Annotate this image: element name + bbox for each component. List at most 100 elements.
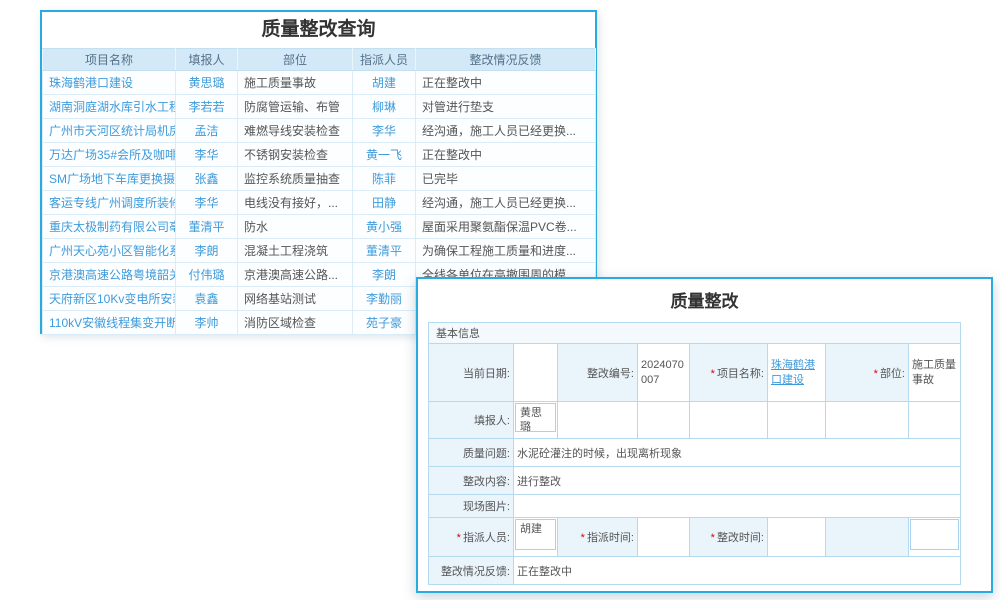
project-link[interactable]: 湖南洞庭湖水库引水工程施 <box>43 95 176 119</box>
table-row: 广州市天河区统计局机房改 孟洁 难燃导线安装检查 李华 经沟通，施工人员已经更换… <box>43 119 596 143</box>
quality-rectification-detail-panel: 质量整改 基本信息 当前日期: 整改编号: 2024070007 *项目名称: … <box>416 277 993 593</box>
reporter-link[interactable]: 李朗 <box>176 239 238 263</box>
table-row: 广州天心苑小区智能化系统 李朗 混凝土工程浇筑 董清平 为确保工程施工质量和进度… <box>43 239 596 263</box>
form-row-content: 整改内容: 进行整改 <box>429 467 961 495</box>
project-link[interactable]: 万达广场35#会所及咖啡厅 <box>43 143 176 167</box>
assignee-link[interactable]: 陈菲 <box>353 167 416 191</box>
project-link[interactable]: SM广场地下车库更换摄像 <box>43 167 176 191</box>
table-row: SM广场地下车库更换摄像 张鑫 监控系统质量抽查 陈菲 已完毕 <box>43 167 596 191</box>
assignee-input[interactable]: 胡建 <box>515 519 556 550</box>
project-link[interactable]: 京港澳高速公路粤境韶关至 <box>43 263 176 287</box>
assignee-link[interactable]: 李朗 <box>353 263 416 287</box>
table-row: 客运专线广州调度所装修项 李华 电线没有接好，... 田静 经沟通，施工人员已经… <box>43 191 596 215</box>
reporter-link[interactable]: 李华 <box>176 143 238 167</box>
table-row: 重庆太极制药有限公司亳州 董清平 防水 黄小强 屋面采用聚氨酯保温PVC卷... <box>43 215 596 239</box>
project-link[interactable]: 110kV安徽线程集变开断线 <box>43 311 176 335</box>
section-header-basic-info: 基本信息 <box>429 323 961 344</box>
reporter-input[interactable]: 黄思璐 <box>515 403 556 432</box>
form-row-header-fields: 当前日期: 整改编号: 2024070007 *项目名称: 珠海鹤港口建设 *部… <box>429 344 961 402</box>
issue-label: 质量问题: <box>429 439 514 467</box>
assignee-link[interactable]: 李华 <box>353 119 416 143</box>
empty-cell <box>638 402 690 439</box>
table-row: 珠海鹤港口建设 黄思璐 施工质量事故 胡建 正在整改中 <box>43 71 596 95</box>
feedback-value: 正在整改中 <box>514 557 961 585</box>
reporter-link[interactable]: 付伟璐 <box>176 263 238 287</box>
feedback-cell: 经沟通，施工人员已经更换... <box>416 191 596 215</box>
assignee-link[interactable]: 田静 <box>353 191 416 215</box>
table-row: 万达广场35#会所及咖啡厅 李华 不锈钢安装检查 黄一飞 正在整改中 <box>43 143 596 167</box>
reporter-link[interactable]: 李若若 <box>176 95 238 119</box>
assignee-link[interactable]: 黄小强 <box>353 215 416 239</box>
project-name-link[interactable]: 珠海鹤港口建设 <box>771 359 815 385</box>
column-header-feedback: 整改情况反馈 <box>416 49 596 71</box>
project-link[interactable]: 广州市天河区统计局机房改 <box>43 119 176 143</box>
form-row-issue: 质量问题: 水泥砼灌注的时候，出现离析现象 <box>429 439 961 467</box>
rectify-time-value[interactable] <box>768 518 826 557</box>
empty-field-cell <box>909 518 961 557</box>
form-row-reporter: 填报人: 黄思璐 <box>429 402 961 439</box>
reporter-link[interactable]: 董清平 <box>176 215 238 239</box>
current-date-label: 当前日期: <box>429 344 514 402</box>
empty-label-cell <box>826 518 909 557</box>
assignee-link[interactable]: 董清平 <box>353 239 416 263</box>
assignee-link[interactable]: 苑子豪 <box>353 311 416 335</box>
assignee-label: *指派人员: <box>429 518 514 557</box>
required-asterisk: * <box>581 532 585 544</box>
assignee-link[interactable]: 李勤丽 <box>353 287 416 311</box>
feedback-cell: 正在整改中 <box>416 71 596 95</box>
assign-time-value[interactable] <box>638 518 690 557</box>
location-cell: 防腐管运输、布管 <box>238 95 353 119</box>
location-cell: 混凝土工程浇筑 <box>238 239 353 263</box>
reporter-link[interactable]: 孟洁 <box>176 119 238 143</box>
project-name-value: 珠海鹤港口建设 <box>768 344 826 402</box>
location-cell: 电线没有接好，... <box>238 191 353 215</box>
detail-panel-title: 质量整改 <box>418 279 991 322</box>
project-link[interactable]: 珠海鹤港口建设 <box>43 71 176 95</box>
location-cell: 防水 <box>238 215 353 239</box>
rectify-number-label: 整改编号: <box>558 344 638 402</box>
feedback-cell: 正在整改中 <box>416 143 596 167</box>
feedback-cell: 经沟通，施工人员已经更换... <box>416 119 596 143</box>
required-asterisk: * <box>457 532 461 544</box>
required-asterisk: * <box>711 532 715 544</box>
feedback-label: 整改情况反馈: <box>429 557 514 585</box>
empty-cell <box>909 402 961 439</box>
content-label: 整改内容: <box>429 467 514 495</box>
reporter-link[interactable]: 黄思璐 <box>176 71 238 95</box>
assignee-link[interactable]: 柳琳 <box>353 95 416 119</box>
location-label: *部位: <box>826 344 909 402</box>
reporter-link[interactable]: 李华 <box>176 191 238 215</box>
issue-value: 水泥砼灌注的时候，出现离析现象 <box>514 439 961 467</box>
photos-value <box>514 495 961 518</box>
empty-input[interactable] <box>910 519 959 550</box>
photos-label: 现场图片: <box>429 495 514 518</box>
empty-cell <box>826 402 909 439</box>
feedback-cell: 为确保工程施工质量和进度... <box>416 239 596 263</box>
form-row-feedback: 整改情况反馈: 正在整改中 <box>429 557 961 585</box>
assign-time-label: *指派时间: <box>558 518 638 557</box>
reporter-link[interactable]: 张鑫 <box>176 167 238 191</box>
empty-cell <box>768 402 826 439</box>
feedback-cell: 已完毕 <box>416 167 596 191</box>
project-link[interactable]: 重庆太极制药有限公司亳州 <box>43 215 176 239</box>
project-link[interactable]: 客运专线广州调度所装修项 <box>43 191 176 215</box>
location-cell: 消防区域检查 <box>238 311 353 335</box>
content-value: 进行整改 <box>514 467 961 495</box>
location-value: 施工质量事故 <box>909 344 961 402</box>
rectify-time-label: *整改时间: <box>690 518 768 557</box>
project-link[interactable]: 天府新区10Kv变电所安装工 <box>43 287 176 311</box>
query-table-header-row: 项目名称 填报人 部位 指派人员 整改情况反馈 <box>43 49 596 71</box>
column-header-reporter: 填报人 <box>176 49 238 71</box>
location-cell: 监控系统质量抽查 <box>238 167 353 191</box>
feedback-cell: 屋面采用聚氨酯保温PVC卷... <box>416 215 596 239</box>
empty-cell <box>558 402 638 439</box>
reporter-label: 填报人: <box>429 402 514 439</box>
empty-cell <box>690 402 768 439</box>
query-panel-title: 质量整改查询 <box>42 12 595 48</box>
project-link[interactable]: 广州天心苑小区智能化系统 <box>43 239 176 263</box>
assignee-link[interactable]: 胡建 <box>353 71 416 95</box>
detail-form-table: 基本信息 当前日期: 整改编号: 2024070007 *项目名称: 珠海鹤港口… <box>428 322 961 585</box>
reporter-link[interactable]: 李帅 <box>176 311 238 335</box>
reporter-link[interactable]: 袁鑫 <box>176 287 238 311</box>
assignee-link[interactable]: 黄一飞 <box>353 143 416 167</box>
